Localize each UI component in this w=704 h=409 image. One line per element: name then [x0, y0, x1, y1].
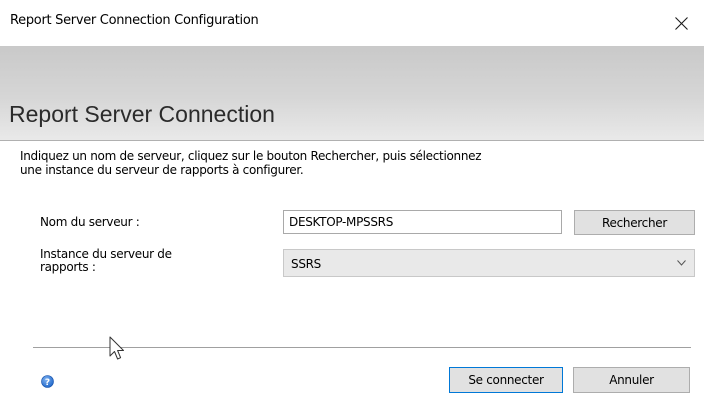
footer-divider	[33, 347, 691, 348]
search-button[interactable]: Rechercher	[574, 210, 695, 235]
banner-divider	[0, 140, 704, 141]
connect-button[interactable]: Se connecter	[449, 367, 563, 393]
server-name-input[interactable]	[283, 210, 562, 234]
instructions-text: Indiquez un nom de serveur, cliquez sur …	[20, 149, 620, 177]
svg-text:?: ?	[45, 378, 50, 388]
server-name-label: Nom du serveur :	[40, 215, 140, 229]
instructions-line-2: une instance du serveur de rapports à co…	[20, 163, 304, 177]
cancel-button[interactable]: Annuler	[573, 367, 690, 393]
close-icon	[674, 16, 688, 30]
header-banner: Report Server Connection	[0, 46, 704, 140]
instance-select-value: SSRS	[291, 257, 321, 271]
close-button[interactable]	[658, 0, 704, 46]
dialog-window: Report Server Connection Configuration R…	[0, 0, 704, 409]
help-icon[interactable]: ?	[41, 375, 54, 388]
window-title: Report Server Connection Configuration	[10, 13, 259, 28]
title-bar[interactable]: Report Server Connection Configuration	[0, 0, 704, 46]
instance-select[interactable]: SSRS	[283, 249, 695, 277]
page-title: Report Server Connection	[9, 101, 275, 127]
instance-label: Instance du serveur de rapports :	[40, 248, 240, 274]
instructions-line-1: Indiquez un nom de serveur, cliquez sur …	[20, 149, 482, 163]
mouse-pointer-icon	[109, 336, 124, 360]
chevron-down-icon	[677, 260, 686, 266]
instance-label-line-2: rapports :	[40, 260, 96, 274]
